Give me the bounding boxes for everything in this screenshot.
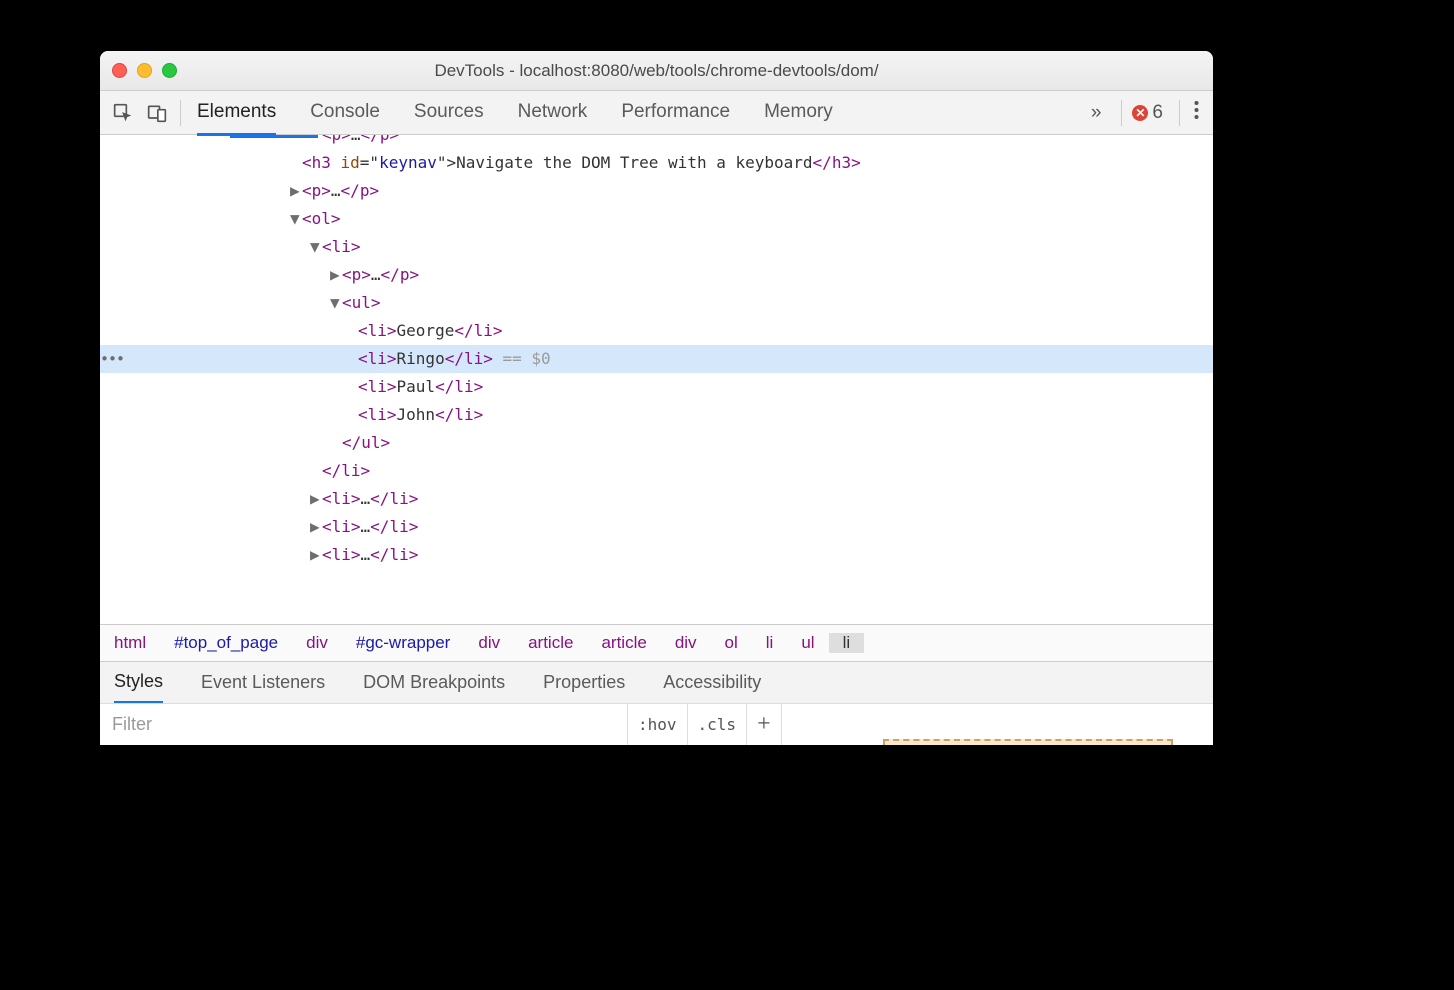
breadcrumb-item[interactable]: ol	[711, 633, 752, 653]
breadcrumb-item[interactable]: #gc-wrapper	[342, 633, 465, 653]
tab-elements[interactable]: Elements	[197, 91, 276, 136]
error-icon: ✕	[1132, 105, 1148, 121]
expand-arrow-icon[interactable]: ▶	[330, 261, 342, 289]
breadcrumb-item[interactable]: div	[292, 633, 342, 653]
panel-tabs: Elements Console Sources Network Perform…	[197, 91, 1081, 134]
subtab-dom-breakpoints[interactable]: DOM Breakpoints	[363, 663, 505, 702]
zoom-icon[interactable]	[162, 63, 177, 78]
inspect-element-icon[interactable]	[110, 100, 136, 126]
styles-tabs: Styles Event Listeners DOM Breakpoints P…	[100, 661, 1213, 703]
breadcrumb-item[interactable]: div	[661, 633, 711, 653]
tree-row[interactable]: ▶<li>…</li>	[100, 541, 1213, 569]
tree-row[interactable]: </li>	[100, 457, 1213, 485]
tree-row[interactable]: <h3 id="keynav">Navigate the DOM Tree wi…	[100, 149, 1213, 177]
subtab-accessibility[interactable]: Accessibility	[663, 663, 761, 702]
collapse-arrow-icon[interactable]: ▼	[290, 205, 302, 233]
separator	[1121, 100, 1122, 126]
dom-tree[interactable]: <p>…</p> <h3 id="keynav">Navigate the DO…	[100, 135, 1213, 624]
breadcrumb-item[interactable]: html	[100, 633, 160, 653]
box-model-preview	[782, 704, 1213, 745]
separator	[180, 100, 181, 126]
subtab-properties[interactable]: Properties	[543, 663, 625, 702]
styles-filter-bar: :hov .cls +	[100, 703, 1213, 745]
tree-row[interactable]: ▶<p>…</p>	[100, 177, 1213, 205]
minimize-icon[interactable]	[137, 63, 152, 78]
tree-row[interactable]: <li>George</li>	[100, 317, 1213, 345]
selected-node-ref: == $0	[493, 349, 551, 368]
breadcrumb-item[interactable]: article	[514, 633, 587, 653]
box-model-margin	[883, 739, 1173, 745]
tree-row[interactable]: ▶<li>…</li>	[100, 513, 1213, 541]
breadcrumb-item[interactable]: #top_of_page	[160, 633, 292, 653]
tree-row[interactable]: ▶<p>…</p>	[100, 261, 1213, 289]
tree-row[interactable]: ▼<ol>	[100, 205, 1213, 233]
tab-indicator	[230, 135, 318, 138]
tab-console[interactable]: Console	[310, 91, 380, 134]
tree-row[interactable]: <li>Paul</li>	[100, 373, 1213, 401]
row-actions-icon[interactable]: •••	[100, 345, 124, 373]
subtab-styles[interactable]: Styles	[114, 662, 163, 704]
expand-arrow-icon[interactable]: ▶	[310, 541, 322, 569]
error-count[interactable]: ✕ 6	[1132, 102, 1163, 124]
toggle-hover-button[interactable]: :hov	[628, 704, 688, 745]
expand-arrow-icon[interactable]: ▶	[310, 513, 322, 541]
error-count-value: 6	[1152, 102, 1163, 124]
tab-network[interactable]: Network	[518, 91, 588, 134]
tree-row[interactable]: <li>John</li>	[100, 401, 1213, 429]
breadcrumb-item[interactable]: article	[587, 633, 660, 653]
toggle-class-button[interactable]: .cls	[688, 704, 748, 745]
expand-arrow-icon[interactable]: ▶	[290, 177, 302, 205]
close-icon[interactable]	[112, 63, 127, 78]
tree-row[interactable]: ▼<li>	[100, 233, 1213, 261]
tree-row-selected[interactable]: •••<li>Ringo</li> == $0	[100, 345, 1213, 373]
expand-arrow-icon[interactable]: ▶	[310, 485, 322, 513]
breadcrumb-item[interactable]: ul	[787, 633, 828, 653]
breadcrumb-item[interactable]: li	[752, 633, 788, 653]
tree-row[interactable]: ▶<li>…</li>	[100, 485, 1213, 513]
breadcrumbs: html #top_of_page div #gc-wrapper div ar…	[100, 624, 1213, 661]
breadcrumb-item[interactable]: div	[464, 633, 514, 653]
breadcrumb-item-selected[interactable]: li	[829, 633, 865, 653]
menu-icon[interactable]	[1190, 100, 1203, 126]
tab-performance[interactable]: Performance	[621, 91, 730, 134]
window-title: DevTools - localhost:8080/web/tools/chro…	[100, 61, 1213, 81]
tab-sources[interactable]: Sources	[414, 91, 484, 134]
subtab-event-listeners[interactable]: Event Listeners	[201, 663, 325, 702]
new-style-rule-button[interactable]: +	[747, 704, 782, 745]
titlebar: DevTools - localhost:8080/web/tools/chro…	[100, 51, 1213, 91]
main-toolbar: Elements Console Sources Network Perform…	[100, 91, 1213, 135]
traffic-lights	[112, 63, 177, 78]
tab-memory[interactable]: Memory	[764, 91, 833, 134]
collapse-arrow-icon[interactable]: ▼	[310, 233, 322, 261]
separator	[1179, 100, 1180, 126]
devtools-window: DevTools - localhost:8080/web/tools/chro…	[100, 51, 1213, 745]
styles-filter-input[interactable]	[100, 704, 628, 745]
tree-row[interactable]: ▼<ul>	[100, 289, 1213, 317]
collapse-arrow-icon[interactable]: ▼	[330, 289, 342, 317]
device-toolbar-icon[interactable]	[144, 100, 170, 126]
more-tabs-icon[interactable]: »	[1091, 102, 1102, 124]
tree-row[interactable]: </ul>	[100, 429, 1213, 457]
